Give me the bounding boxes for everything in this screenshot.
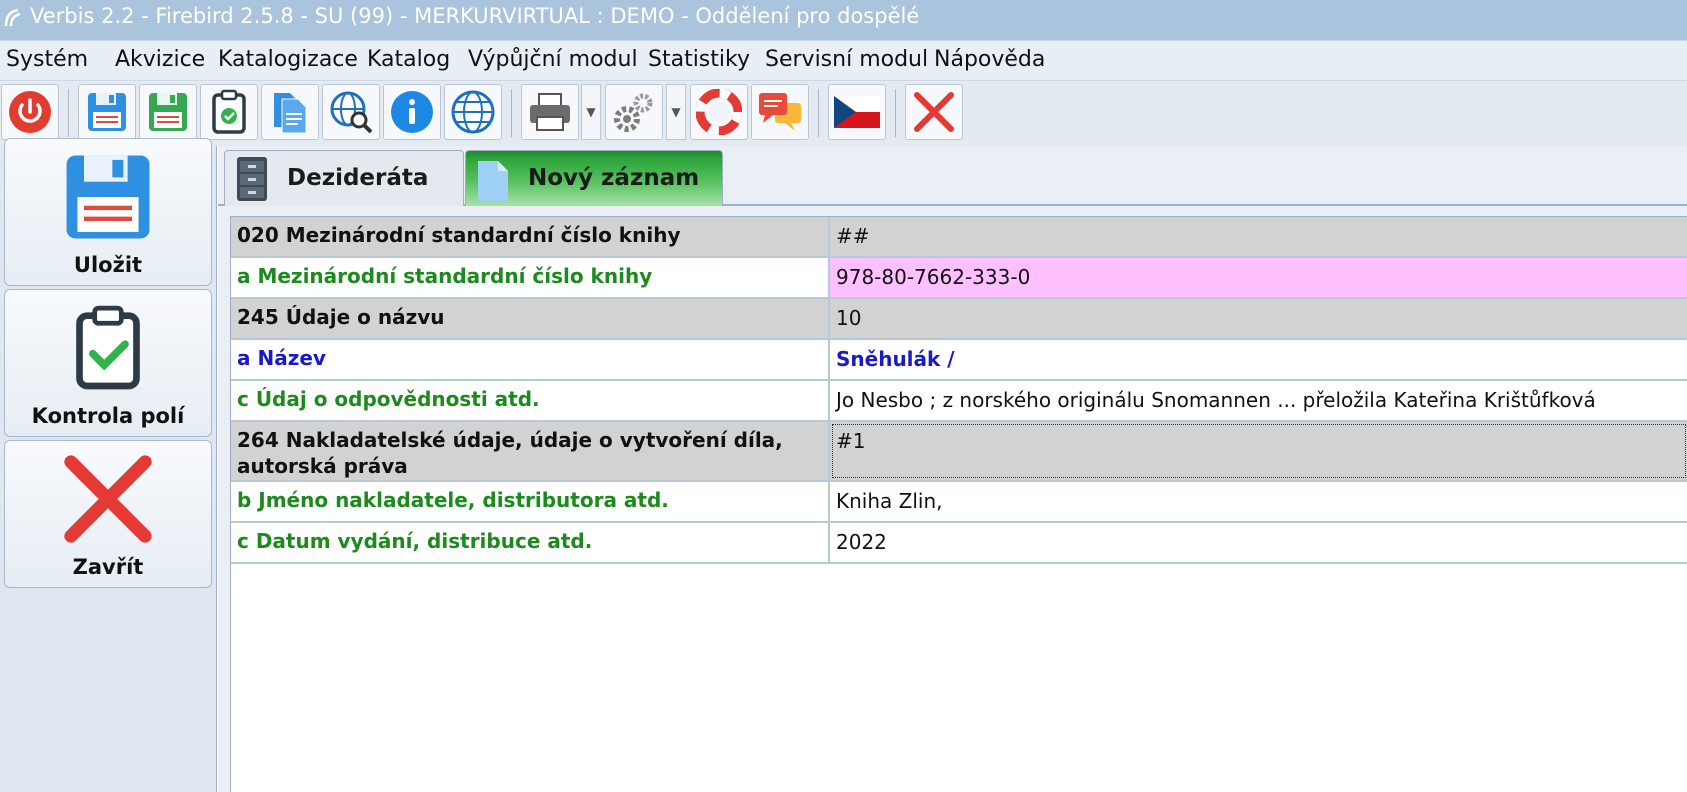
clipboard-check-icon: [212, 89, 246, 134]
check-fields-sidebar-button[interactable]: Kontrola polí: [4, 289, 212, 437]
field-label: 264 Nakladatelské údaje, údaje o vytvoře…: [231, 422, 830, 480]
web-button[interactable]: [444, 84, 502, 140]
check-fields-label: Kontrola polí: [31, 404, 185, 428]
menu-napoveda[interactable]: Nápověda: [934, 47, 1045, 72]
field-label: 020 Mezinárodní standardní číslo knihy: [231, 217, 830, 256]
save-icon: [66, 155, 150, 239]
window-title: Verbis 2.2 - Firebird 2.5.8 - SU (99) - …: [30, 4, 920, 28]
record-grid: 020 Mezinárodní standardní číslo knihy #…: [230, 216, 1687, 792]
tab-novy-zaznam[interactable]: Nový záznam: [465, 150, 723, 206]
toolbar-separator: [895, 89, 896, 137]
save-green-icon: [149, 93, 187, 131]
printer-icon: [530, 93, 570, 131]
language-button[interactable]: [828, 84, 886, 140]
title-bar: Verbis 2.2 - Firebird 2.5.8 - SU (99) - …: [0, 0, 1687, 40]
subfield-value[interactable]: Sněhulák /: [830, 340, 1687, 379]
toolbar: ▼ ▼: [0, 80, 1687, 146]
save-icon: [88, 93, 126, 131]
messages-button[interactable]: [751, 84, 809, 140]
table-row[interactable]: c Datum vydání, distribuce atd. 2022: [231, 523, 1687, 564]
subfield-label: a Název: [231, 340, 830, 379]
chevron-down-icon: ▼: [586, 105, 596, 119]
toolbar-separator: [68, 89, 69, 137]
field-value[interactable]: 10: [830, 299, 1687, 338]
table-row[interactable]: c Údaj o odpovědnosti atd. Jo Nesbo ; z …: [231, 381, 1687, 422]
documents-icon: [274, 93, 307, 134]
subfield-value[interactable]: 2022: [830, 523, 1687, 562]
subfield-value[interactable]: Kniha Zlin,: [830, 482, 1687, 521]
menu-bar: Systém Akvizice Katalogizace Katalog Výp…: [0, 40, 1687, 80]
info-button[interactable]: [383, 84, 441, 140]
menu-akvizice[interactable]: Akvizice: [115, 47, 205, 72]
exit-button[interactable]: [1, 84, 59, 140]
field-value[interactable]: ##: [830, 217, 1687, 256]
subfield-label: c Datum vydání, distribuce atd.: [231, 523, 830, 562]
close-icon: [64, 455, 152, 543]
close-icon: [914, 92, 954, 132]
czech-flag-icon: [834, 96, 880, 128]
toolbar-separator: [818, 89, 819, 137]
gears-icon: [614, 93, 653, 132]
online-search-button[interactable]: [322, 84, 380, 140]
tab-strip: Dezideráta Nový záznam: [218, 146, 1687, 206]
globe-icon: [451, 90, 495, 134]
print-button[interactable]: [521, 84, 579, 140]
documents-button[interactable]: [261, 84, 319, 140]
chat-icon: [759, 93, 801, 131]
check-fields-button[interactable]: [200, 84, 258, 140]
table-row[interactable]: a Název Sněhulák /: [231, 340, 1687, 381]
tab-deziderata[interactable]: Dezideráta: [224, 150, 464, 206]
filing-cabinet-icon: [237, 157, 267, 201]
subfield-value[interactable]: Jo Nesbo ; z norského originálu Snomanne…: [830, 381, 1687, 420]
menu-servisni-modul[interactable]: Servisní modul: [765, 47, 928, 72]
help-button[interactable]: [690, 84, 748, 140]
table-row[interactable]: 020 Mezinárodní standardní číslo knihy #…: [231, 217, 1687, 258]
main-content: Dezideráta Nový záznam 020 Mezinárodní s…: [218, 146, 1687, 792]
field-label: 245 Údaje o názvu: [231, 299, 830, 338]
info-icon: [391, 91, 433, 133]
document-icon: [478, 161, 508, 201]
toolbar-separator: [511, 89, 512, 137]
lifebuoy-icon: [696, 89, 742, 135]
globe-search-icon: [330, 91, 373, 134]
settings-button[interactable]: [605, 84, 663, 140]
menu-katalog[interactable]: Katalog: [367, 47, 450, 72]
table-row[interactable]: a Mezinárodní standardní číslo knihy 978…: [231, 258, 1687, 299]
subfield-label: c Údaj o odpovědnosti atd.: [231, 381, 830, 420]
app-logo-icon: [4, 8, 21, 27]
table-row[interactable]: 245 Údaje o názvu 10: [231, 299, 1687, 340]
action-sidebar: Uložit Kontrola polí Zavřít: [0, 138, 217, 792]
tab-deziderata-label: Dezideráta: [287, 165, 429, 191]
table-row[interactable]: 264 Nakladatelské údaje, údaje o vytvoře…: [231, 422, 1687, 482]
clipboard-check-icon: [76, 305, 140, 390]
field-value[interactable]: #1: [830, 422, 1687, 480]
save-record-button[interactable]: Uložit: [4, 138, 212, 286]
subfield-label: b Jméno nakladatele, distributora atd.: [231, 482, 830, 521]
close-window-button[interactable]: [905, 84, 963, 140]
close-record-label: Zavřít: [72, 555, 144, 579]
subfield-value[interactable]: 978-80-7662-333-0: [830, 258, 1687, 297]
save-as-button[interactable]: [139, 84, 197, 140]
print-dropdown[interactable]: ▼: [581, 84, 601, 140]
menu-system[interactable]: Systém: [6, 47, 88, 72]
tab-novy-zaznam-label: Nový záznam: [528, 165, 700, 191]
save-button[interactable]: [78, 84, 136, 140]
menu-katalogizace[interactable]: Katalogizace: [218, 47, 358, 72]
chevron-down-icon: ▼: [671, 105, 681, 119]
settings-dropdown[interactable]: ▼: [666, 84, 686, 140]
save-record-label: Uložit: [73, 253, 143, 277]
table-row[interactable]: b Jméno nakladatele, distributora atd. K…: [231, 482, 1687, 523]
menu-vypujcni-modul[interactable]: Výpůjční modul: [468, 47, 638, 72]
menu-statistiky[interactable]: Statistiky: [648, 47, 750, 72]
power-icon: [9, 91, 51, 133]
close-record-button[interactable]: Zavřít: [4, 440, 212, 588]
subfield-label: a Mezinárodní standardní číslo knihy: [231, 258, 830, 297]
